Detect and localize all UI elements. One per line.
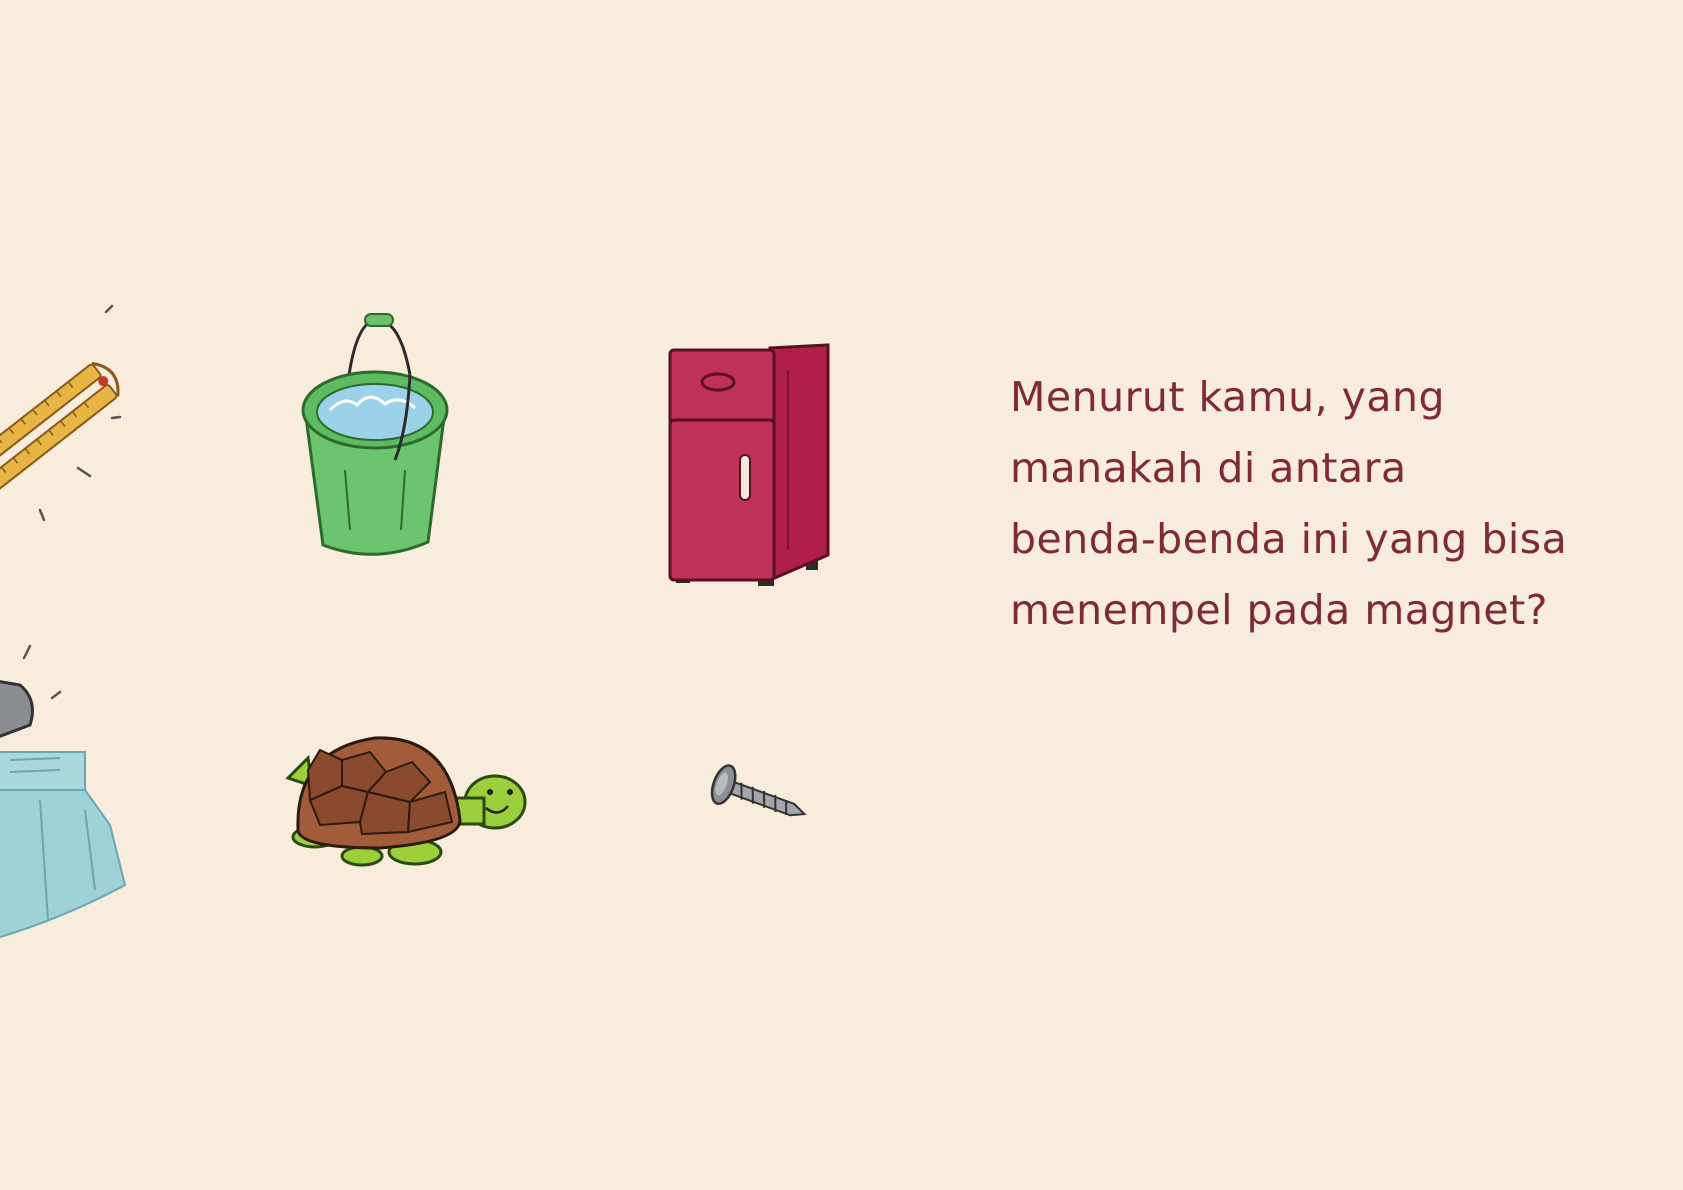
question-line: menempel pada magnet? [1010,586,1548,634]
refrigerator-icon [668,343,830,586]
question-line: manakah di antara [1010,444,1407,492]
worksheet-page: Menurut kamu, yang manakah di antara ben… [0,0,1683,1190]
turtle-icon [285,736,527,867]
screw-icon [710,764,807,817]
glass-jar-icon [0,644,127,939]
bucket-icon [301,313,449,556]
ruler-icon [0,304,122,522]
question-line: benda-benda ini yang bisa [1010,515,1568,563]
question-line: Menurut kamu, yang [1010,373,1446,421]
question-text: Menurut kamu, yang manakah di antara ben… [1010,362,1610,646]
